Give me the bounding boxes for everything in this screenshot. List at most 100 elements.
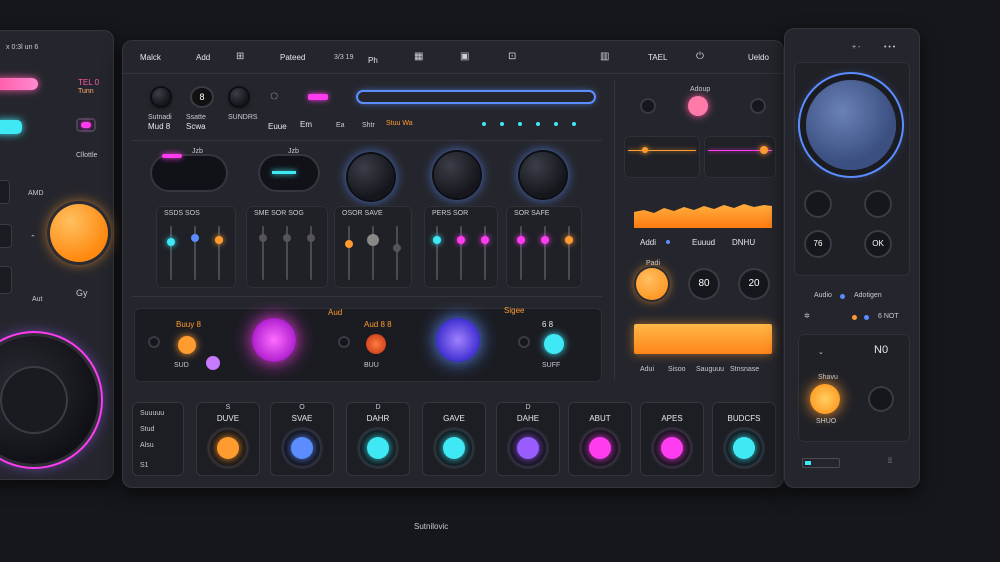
transport-orange-label: Stuu Wa xyxy=(386,120,413,127)
layout-icon[interactable]: ▥ xyxy=(600,52,609,62)
timeline-bar[interactable] xyxy=(358,92,594,102)
fader-3c[interactable] xyxy=(481,236,489,244)
dots-icon[interactable]: • • • xyxy=(884,44,895,51)
mini-scope-2 xyxy=(704,136,776,178)
knob-20[interactable]: 20 xyxy=(738,268,770,300)
left-small-button-2[interactable] xyxy=(0,224,12,248)
small-knob-4[interactable]: OK xyxy=(864,230,892,258)
fader-4a[interactable] xyxy=(517,236,525,244)
hash-box-icon[interactable]: ⊞ xyxy=(236,52,244,62)
chevron-down-btn[interactable] xyxy=(640,98,656,114)
fader-3a[interactable] xyxy=(433,236,441,244)
chevron-up-icon[interactable]: ⌃ xyxy=(30,234,36,242)
mini-scope-1 xyxy=(624,136,700,178)
far-right-panel: + - • • • 76 OK Audio Adotigen ✲ 6 NOT ⌄… xyxy=(784,28,920,488)
fader-4b[interactable] xyxy=(541,236,549,244)
fader-2b[interactable] xyxy=(367,234,379,246)
plus-minus-icon[interactable]: + - xyxy=(852,44,860,51)
small-knob-3[interactable]: 76 xyxy=(804,230,832,258)
toggle-pill-1[interactable] xyxy=(152,154,226,190)
pad-5[interactable]: ABUT xyxy=(568,402,632,476)
power-icon[interactable]: ⏻ xyxy=(696,52,704,62)
cyan-slider-bar[interactable] xyxy=(0,120,22,134)
knob-blue-1[interactable] xyxy=(348,154,394,200)
fx-label-2: SUFF xyxy=(542,362,561,369)
pad-top-label: S xyxy=(225,404,231,411)
big-blue-knob[interactable] xyxy=(806,80,896,170)
clock-btn[interactable] xyxy=(750,98,766,114)
bottom-label-1: Sisoo xyxy=(668,366,686,373)
grid-dots-icon[interactable]: ⁞⁞ xyxy=(888,458,892,465)
fx-button-1[interactable] xyxy=(148,336,160,348)
grid-icon[interactable]: ▦ xyxy=(414,52,423,62)
fader-1b[interactable] xyxy=(283,234,291,242)
image-icon[interactable]: ▣ xyxy=(460,52,469,62)
row-label-a: Audio xyxy=(814,292,832,299)
toggle-pill-2[interactable] xyxy=(260,156,318,190)
jog-wheel[interactable] xyxy=(0,336,98,464)
fader-0b[interactable] xyxy=(191,234,199,242)
knob-blue-2[interactable] xyxy=(434,152,480,198)
channel-strip-3: PERS SOR xyxy=(424,206,498,288)
top-item-4[interactable]: Ph xyxy=(368,56,378,65)
orange-glow-button[interactable] xyxy=(810,384,840,414)
pad-7[interactable]: BUDCFS xyxy=(712,402,776,476)
fader-2c[interactable] xyxy=(393,244,401,252)
fx-button-3[interactable] xyxy=(518,336,530,348)
left-small-button-3[interactable] xyxy=(0,266,12,294)
small-knob-1[interactable] xyxy=(804,190,832,218)
fx-orange-led[interactable] xyxy=(178,336,196,354)
fx-magenta-orb[interactable] xyxy=(252,318,296,362)
transport-knob-2[interactable] xyxy=(230,88,248,106)
pad-name: ABUT xyxy=(589,414,611,423)
fader-3b[interactable] xyxy=(457,236,465,244)
fader-1a[interactable] xyxy=(259,234,267,242)
knob-small-label: Padi xyxy=(646,260,661,267)
pink-level-chip xyxy=(308,94,328,100)
fx-pink-btn[interactable] xyxy=(206,356,220,370)
fx-violet-orb[interactable] xyxy=(436,318,480,362)
owl-btn[interactable] xyxy=(868,386,894,412)
mid-label: AMD xyxy=(28,190,44,197)
top-item-0[interactable]: Malck xyxy=(140,53,161,62)
pink-toggle[interactable] xyxy=(688,96,708,116)
chevron-down-icon[interactable]: ⌄ xyxy=(818,348,824,356)
top-item-2[interactable]: Pateed xyxy=(280,53,305,62)
top-item-6[interactable]: Ueldo xyxy=(748,53,769,62)
knob-blue-3[interactable] xyxy=(520,152,566,198)
orange-big-knob[interactable] xyxy=(50,204,108,262)
settings-icon[interactable]: ✲ xyxy=(804,312,810,320)
fx-cyan-led[interactable] xyxy=(544,334,564,354)
pad-side-line-1: Stud xyxy=(140,426,155,433)
fader-0c[interactable] xyxy=(215,236,223,244)
knob-80[interactable]: 80 xyxy=(688,268,720,300)
magenta-chip[interactable] xyxy=(76,118,96,132)
fader-0a[interactable] xyxy=(167,238,175,246)
fx-red-led[interactable] xyxy=(366,334,386,354)
bottom-label-3: Stnsnase xyxy=(730,366,760,373)
top-item-1[interactable]: Add xyxy=(196,53,210,62)
transport-knob-1[interactable] xyxy=(152,88,170,106)
fx-button-2[interactable] xyxy=(338,336,350,348)
pink-slider-bar[interactable] xyxy=(0,78,38,90)
pad-led xyxy=(589,437,611,459)
left-small-button-1[interactable] xyxy=(0,180,10,204)
pad-3[interactable]: GAVE xyxy=(422,402,486,476)
small-knob-2[interactable] xyxy=(864,190,892,218)
waveform-orange xyxy=(634,204,772,228)
pad-0[interactable]: S DUVE xyxy=(196,402,260,476)
pad-4[interactable]: D DAHE xyxy=(496,402,560,476)
dial-dots-icon[interactable]: ◌ xyxy=(270,88,278,102)
transport-val-1: Scwa xyxy=(186,122,206,131)
lock-icon[interactable]: ⊡ xyxy=(508,52,516,62)
orange-knob-right[interactable] xyxy=(636,268,668,300)
fader-4c[interactable] xyxy=(565,236,573,244)
pad-ring xyxy=(582,430,618,466)
wave-label-1: Euuud xyxy=(692,238,716,247)
fader-2a[interactable] xyxy=(345,240,353,248)
pad-6[interactable]: APES xyxy=(640,402,704,476)
pad-2[interactable]: D DAHR xyxy=(346,402,410,476)
pad-1[interactable]: O SVAE xyxy=(270,402,334,476)
fader-1c[interactable] xyxy=(307,234,315,242)
top-item-5[interactable]: TAEL xyxy=(648,53,667,62)
